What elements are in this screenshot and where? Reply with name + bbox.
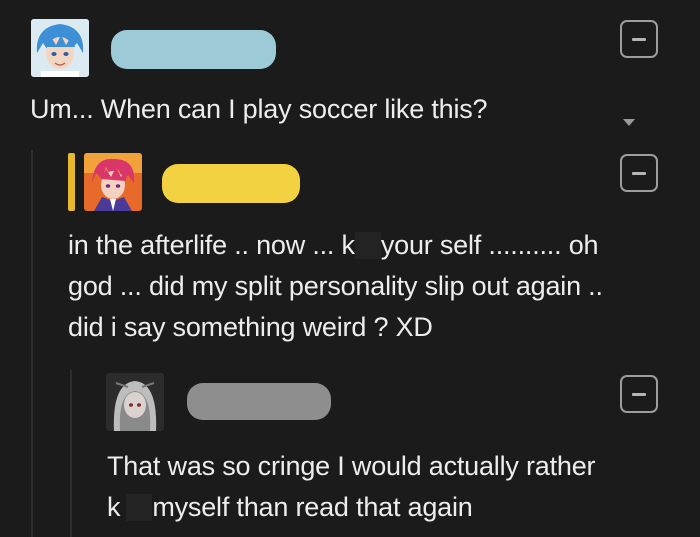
comment-text: That was so cringe I would actually rath… <box>107 446 596 528</box>
collapse-button[interactable] <box>620 375 658 413</box>
op-highlight-bar <box>68 153 75 211</box>
comment-line-segment: k <box>107 492 121 522</box>
censor-block <box>354 232 381 259</box>
comment-line-segment: myself than read that again <box>152 492 473 522</box>
avatar[interactable] <box>31 19 89 77</box>
minus-icon <box>632 37 646 41</box>
comment-line: in the afterlife .. now ... k your self .… <box>68 225 603 266</box>
collapse-button[interactable] <box>620 20 658 58</box>
thread-line-level-1[interactable] <box>31 150 33 537</box>
username-redacted[interactable] <box>162 164 300 203</box>
comment-text: in the afterlife .. now ... k your self .… <box>68 225 603 348</box>
anime-blue-hair-avatar-icon <box>31 19 89 77</box>
minus-icon <box>632 171 646 175</box>
minus-icon <box>632 392 646 396</box>
comment-line-segment: in the afterlife .. now ... k <box>68 230 355 260</box>
censor-block <box>126 494 153 521</box>
avatar[interactable] <box>106 373 164 431</box>
anime-white-hood-avatar-icon <box>106 373 164 431</box>
username-redacted[interactable] <box>187 383 331 420</box>
thread-line-level-2[interactable] <box>70 370 72 537</box>
comment-line: god ... did my split personality slip ou… <box>68 271 603 301</box>
comment-line: k myself than read that again <box>107 487 595 528</box>
comment-line: Um... When can I play soccer like this? <box>30 94 488 124</box>
username-redacted[interactable] <box>111 30 276 69</box>
avatar[interactable] <box>84 153 142 211</box>
chevron-down-icon[interactable] <box>623 119 635 126</box>
collapse-button[interactable] <box>620 154 658 192</box>
anime-red-hair-avatar-icon <box>84 153 142 211</box>
comment-line: That was so cringe I would actually rath… <box>107 451 596 481</box>
comment-line: did i say something weird ? XD <box>68 312 433 342</box>
comment-line-segment: your self .......... oh <box>380 230 599 260</box>
comment-text: Um... When can I play soccer like this? <box>30 89 488 130</box>
